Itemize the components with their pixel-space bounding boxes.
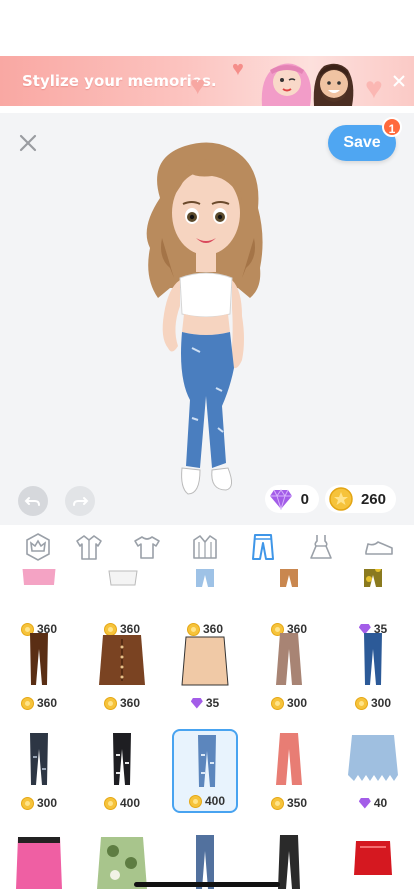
item-price: 360 <box>6 695 72 711</box>
item-price: 360 <box>89 695 155 711</box>
home-indicator[interactable] <box>134 882 280 887</box>
coin-balance[interactable]: 260 <box>324 485 396 513</box>
item-taupe-flare-pants[interactable]: 300 <box>256 629 322 713</box>
item-brown-leggings[interactable]: 360 <box>6 629 72 713</box>
item-thumbnail <box>364 633 382 685</box>
item-price: 400 <box>174 793 240 809</box>
redo-button[interactable] <box>65 486 95 516</box>
coin-icon <box>354 696 368 710</box>
crown-icon <box>26 533 50 561</box>
coin-icon <box>103 796 117 810</box>
item-thumbnail <box>196 569 214 587</box>
item-thumbnail <box>276 733 302 785</box>
item-beige-skirt[interactable]: 35 <box>172 629 238 713</box>
item-thumbnail <box>280 569 298 587</box>
status-bar-area <box>0 0 414 56</box>
tab-shoes[interactable] <box>350 525 408 569</box>
pants-icon <box>252 534 274 560</box>
coin-icon <box>329 487 353 511</box>
redo-icon <box>73 497 89 506</box>
item-thumbnail <box>30 633 48 685</box>
tab-coat[interactable] <box>176 525 234 569</box>
item-price: 350 <box>256 795 322 811</box>
tab-crown[interactable] <box>16 525 60 569</box>
save-button-label: Save <box>343 134 381 151</box>
avatar-stage: Save 1 0 260 <box>0 113 414 525</box>
item-price: 35 <box>172 695 238 711</box>
item-thumbnail <box>364 569 382 587</box>
item-price: 300 <box>6 795 72 811</box>
banner-close-icon[interactable] <box>392 74 406 88</box>
item-thumbnail <box>113 733 131 785</box>
item-salmon-flare-pants[interactable]: 350 <box>256 729 322 813</box>
tshirt-icon <box>134 536 160 559</box>
avatar-figure[interactable] <box>130 138 280 518</box>
item-thumbnail <box>196 835 214 889</box>
heart-icon: ♥ <box>232 58 244 80</box>
item-price: 300 <box>340 695 406 711</box>
item-thumbnail <box>181 636 229 686</box>
category-tabs <box>0 525 414 569</box>
item-price: 40 <box>340 795 406 811</box>
item-thumbnail <box>278 835 300 889</box>
item-blue-skinny-jeans[interactable]: 300 <box>340 629 406 713</box>
coin-icon <box>270 796 284 810</box>
coin-icon <box>270 696 284 710</box>
item-thumbnail <box>276 633 302 685</box>
item-denim-fringe-skirt[interactable]: 40 <box>340 729 406 813</box>
gem-icon <box>358 797 371 809</box>
item-dark-ripped-jeans[interactable]: 300 <box>6 729 72 813</box>
item-thumbnail <box>16 837 62 889</box>
coin-icon <box>20 796 34 810</box>
save-badge: 1 <box>382 117 402 137</box>
dress-icon <box>310 535 332 559</box>
item-red-leather-skirt[interactable] <box>340 831 406 896</box>
promo-banner[interactable]: Stylize your memories. ♥ ♥ ♥ <box>0 56 414 106</box>
tab-pants[interactable] <box>234 525 292 569</box>
coin-icon <box>188 794 202 808</box>
item-pink-cargo-skirt[interactable] <box>6 831 72 896</box>
item-thumbnail <box>108 570 138 586</box>
item-thumbnail <box>198 735 216 787</box>
item-blue-ripped-jeans[interactable]: 400 <box>172 729 238 813</box>
tab-jacket[interactable] <box>60 525 118 569</box>
jacket-icon <box>76 535 102 560</box>
item-brown-button-skirt[interactable]: 360 <box>89 629 155 713</box>
gem-count: 0 <box>300 490 309 508</box>
coin-icon <box>20 696 34 710</box>
heart-icon: ♥ <box>365 72 383 105</box>
undo-button[interactable] <box>18 486 48 516</box>
item-price: 300 <box>256 695 322 711</box>
item-thumbnail <box>30 733 48 785</box>
tab-dress[interactable] <box>292 525 350 569</box>
item-thumbnail <box>348 735 398 781</box>
banner-text: Stylize your memories. <box>22 72 217 90</box>
item-thumbnail <box>97 837 147 889</box>
shoe-icon <box>365 541 393 555</box>
gem-icon <box>190 697 203 709</box>
item-thumbnail <box>22 569 56 585</box>
heart-icon: ♥ <box>190 70 206 100</box>
item-price: 400 <box>89 795 155 811</box>
close-icon[interactable] <box>18 133 38 153</box>
gem-icon <box>269 489 292 510</box>
item-black-ripped-jeans[interactable]: 400 <box>89 729 155 813</box>
gem-balance[interactable]: 0 <box>264 485 319 513</box>
tab-tshirt[interactable] <box>118 525 176 569</box>
undo-icon <box>24 497 40 506</box>
coin-icon <box>103 696 117 710</box>
item-thumbnail <box>354 841 392 875</box>
clothing-grid: 360 360 360 360 35 360 360 35 300 300 30… <box>0 569 414 896</box>
currency-display: 0 260 <box>264 485 396 513</box>
banner-avatars-image <box>261 63 354 106</box>
coin-count: 260 <box>360 490 386 508</box>
coat-icon <box>193 535 217 559</box>
save-button[interactable]: Save 1 <box>328 117 402 161</box>
item-thumbnail <box>99 635 145 685</box>
